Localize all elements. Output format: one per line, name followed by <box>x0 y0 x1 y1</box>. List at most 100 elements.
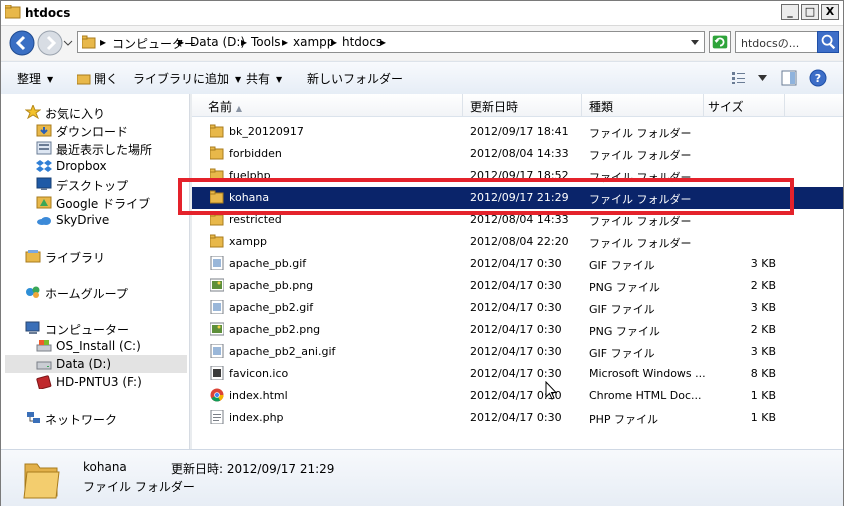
file-name: favicon.ico <box>229 367 289 380</box>
file-row[interactable]: favicon.ico 2012/04/17 0:30 Microsoft Wind… <box>192 363 843 385</box>
file-size: 3 KB <box>750 257 776 270</box>
breadcrumb-separator[interactable]: ▸ <box>282 35 288 49</box>
folder-icon <box>210 234 224 248</box>
file-name: apache_pb.png <box>229 279 314 292</box>
annotation-highlight-box <box>178 178 794 215</box>
file-type: Microsoft Windows ... <box>589 367 706 380</box>
file-type: GIF ファイル <box>589 259 655 272</box>
libraries-icon <box>25 250 41 263</box>
removable-drive-icon <box>36 375 52 389</box>
search-icon[interactable] <box>817 31 839 53</box>
help-icon[interactable]: ? <box>809 69 827 87</box>
php-file-icon <box>210 410 224 424</box>
file-row[interactable]: apache_pb2_ani.gif 2012/04/17 0:30 GIF ファイ… <box>192 341 843 363</box>
maximize-button[interactable]: □ <box>801 4 819 20</box>
minimize-button[interactable]: _ <box>781 4 799 20</box>
organize-button[interactable]: 整理 ▼ <box>17 70 53 87</box>
chevron-down-icon: ▼ <box>276 75 283 84</box>
chevron-down-icon: ▼ <box>235 75 242 84</box>
file-size: 8 KB <box>750 367 776 380</box>
breadcrumb-data-d[interactable]: Data (D:) <box>190 35 245 49</box>
chrome-icon <box>210 388 224 402</box>
folder-icon <box>210 124 224 138</box>
file-type: GIF ファイル <box>589 303 655 316</box>
folder-icon <box>23 463 60 499</box>
column-separator[interactable] <box>703 94 704 116</box>
back-button[interactable] <box>9 30 35 56</box>
png-file-icon <box>210 278 224 292</box>
homegroup-icon <box>26 286 40 298</box>
file-row[interactable]: xampp 2012/08/04 22:20 ファイル フォルダー <box>192 231 843 253</box>
file-type: Chrome HTML Doc... <box>589 389 702 402</box>
file-row[interactable]: forbidden 2012/08/04 14:33 ファイル フォルダー <box>192 143 843 165</box>
breadcrumb-separator[interactable]: ▸ <box>178 35 184 49</box>
breadcrumb-xampp[interactable]: xampp <box>293 35 334 49</box>
preview-pane-icon[interactable] <box>781 70 797 86</box>
file-modified: 2012/08/04 22:20 <box>470 235 569 248</box>
column-header-size[interactable]: サイズ <box>708 98 744 115</box>
file-row[interactable]: apache_pb.png 2012/04/17 0:30 PNG ファイル 2 KB <box>192 275 843 297</box>
file-size: 1 KB <box>750 389 776 402</box>
refresh-icon[interactable] <box>709 31 731 53</box>
file-name: forbidden <box>229 147 282 160</box>
breadcrumb-separator[interactable]: ▸ <box>331 35 337 49</box>
file-modified: 2012/04/17 0:30 <box>470 301 562 314</box>
window-title: htdocs <box>25 6 71 20</box>
open-button[interactable]: 開く <box>76 70 118 87</box>
file-type: PHP ファイル <box>589 413 659 426</box>
search-placeholder: htdocsの... <box>741 37 800 50</box>
file-name: index.php <box>229 411 284 424</box>
details-modified: 更新日時: 2012/09/17 21:29 <box>171 462 335 476</box>
drive-icon <box>36 361 52 370</box>
file-name: apache_pb2.gif <box>229 301 314 314</box>
chevron-down-icon[interactable] <box>758 75 767 81</box>
computer-icon <box>25 321 40 334</box>
file-size: 3 KB <box>750 345 776 358</box>
ico-file-icon <box>210 366 224 380</box>
file-row[interactable]: index.php 2012/04/17 0:30 PHP ファイル 1 KB <box>192 407 843 429</box>
file-name: xampp <box>229 235 267 248</box>
file-row[interactable]: index.html 2012/04/17 0:30 Chrome HTML Doc… <box>192 385 843 407</box>
breadcrumb-separator[interactable]: ▸ <box>100 35 106 49</box>
column-separator[interactable] <box>462 94 463 116</box>
png-file-icon <box>210 322 224 336</box>
file-row[interactable]: apache_pb2.gif 2012/04/17 0:30 GIF ファイル 3 K… <box>192 297 843 319</box>
file-row[interactable]: apache_pb2.png 2012/04/17 0:30 PNG ファイル 2 K… <box>192 319 843 341</box>
star-icon <box>25 105 41 119</box>
new-folder-button[interactable]: 新しいフォルダー <box>307 70 403 87</box>
column-separator[interactable] <box>581 94 582 116</box>
breadcrumb-separator[interactable]: ▸ <box>241 35 247 49</box>
column-header-name[interactable]: 名前 ▲ <box>208 98 242 115</box>
file-list: 名前 ▲ 更新日時 種類 サイズ bk_20120917 2012/09/17 1… <box>192 94 843 449</box>
file-type: PNG ファイル <box>589 281 660 294</box>
navigation-pane: お気に入り ダウンロード 最近表示した場所 Dropbox デスクトップ Goo… <box>1 94 190 449</box>
breadcrumb-separator[interactable]: ▸ <box>380 35 386 49</box>
column-header-type[interactable]: 種類 <box>589 98 613 115</box>
file-modified: 2012/04/17 0:30 <box>470 411 562 424</box>
recent-places-icon <box>36 141 52 155</box>
mouse-cursor-icon <box>545 381 557 400</box>
file-type: GIF ファイル <box>589 347 655 360</box>
breadcrumb-tools[interactable]: Tools <box>251 35 281 49</box>
file-type: PNG ファイル <box>589 325 660 338</box>
file-type: ファイル フォルダー <box>589 237 692 250</box>
gif-file-icon <box>210 344 224 358</box>
add-to-library-button[interactable]: ライブラリに追加 ▼ <box>133 70 241 87</box>
address-history-dropdown-icon[interactable] <box>690 39 700 47</box>
recent-pages-dropdown-icon[interactable] <box>63 39 73 47</box>
forward-button[interactable] <box>37 30 63 56</box>
share-button[interactable]: 共有 ▼ <box>246 70 282 87</box>
file-modified: 2012/04/17 0:30 <box>470 279 562 292</box>
view-options-icon[interactable] <box>731 71 747 85</box>
file-modified: 2012/04/17 0:30 <box>470 323 562 336</box>
sort-ascending-icon: ▲ <box>235 104 242 113</box>
column-header-modified[interactable]: 更新日時 <box>470 98 518 115</box>
file-name: apache_pb2.png <box>229 323 321 336</box>
column-separator[interactable] <box>784 94 785 116</box>
address-bar[interactable]: ▸ コンピューター ▸ Data (D:) ▸ Tools ▸ xampp ▸ … <box>77 31 705 53</box>
breadcrumb-htdocs[interactable]: htdocs <box>342 35 382 49</box>
file-row[interactable]: bk_20120917 2012/09/17 18:41 ファイル フォルダー <box>192 121 843 143</box>
system-drive-icon <box>36 340 52 352</box>
close-button[interactable]: X <box>821 4 839 20</box>
file-row[interactable]: apache_pb.gif 2012/04/17 0:30 GIF ファイル 3 KB <box>192 253 843 275</box>
